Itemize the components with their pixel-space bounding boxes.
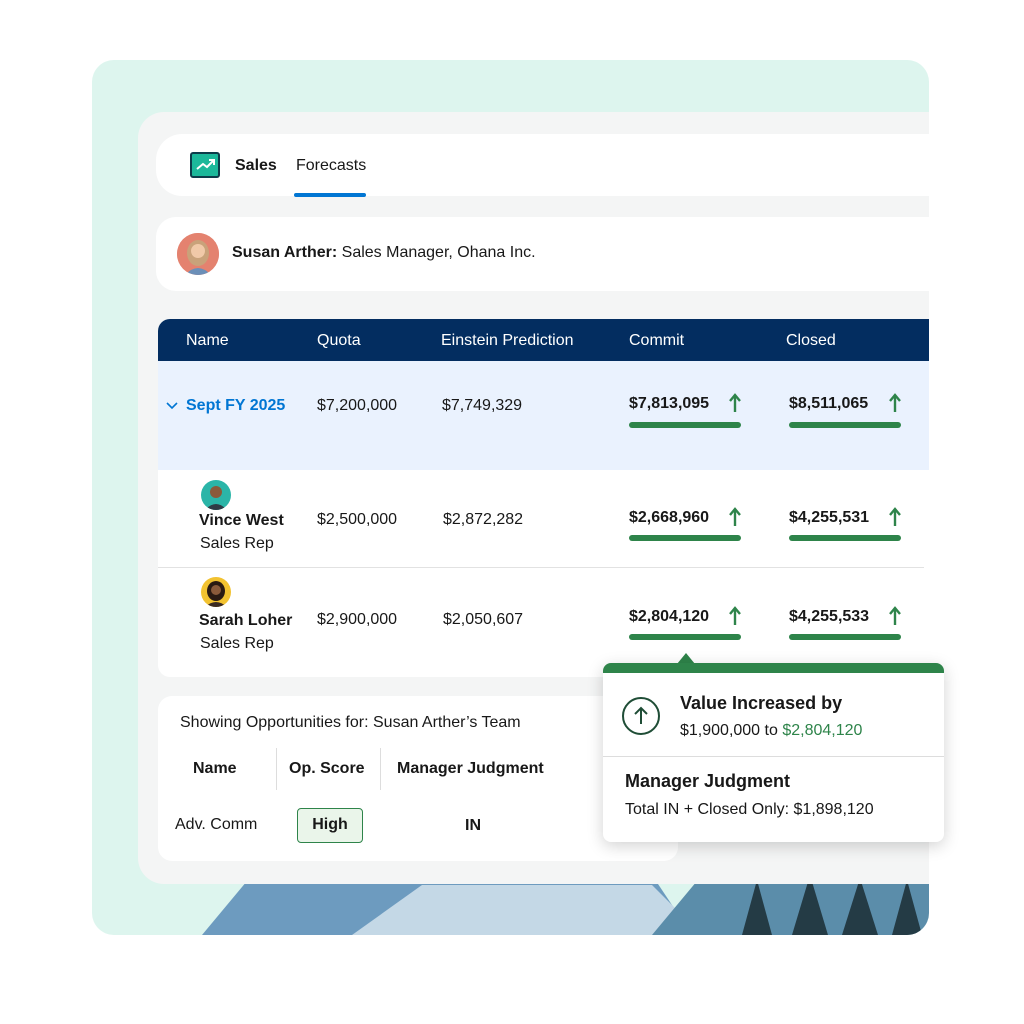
avatar (177, 233, 219, 275)
column-header-commit[interactable]: Commit (629, 332, 684, 350)
column-header-quota[interactable]: Quota (317, 332, 361, 350)
user-info: Susan Arther: Sales Manager, Ohana Inc. (232, 244, 536, 262)
up-arrow-icon (889, 393, 901, 412)
rep-title: Sales Rep (200, 635, 274, 652)
popover-heading: Value Increased by (680, 693, 843, 713)
period-label[interactable]: Sept FY 2025 (186, 397, 285, 415)
popover-from-value: $1,900,000 (680, 722, 761, 739)
avatar (201, 480, 231, 510)
rep-closed: $4,255,531 (789, 509, 870, 526)
popover-section-text: Total IN + Closed Only: $1,898,120 (625, 801, 874, 818)
commit-progress-bar (629, 634, 741, 640)
active-tab-indicator (294, 193, 366, 197)
tab-forecasts[interactable]: Forecasts (296, 157, 366, 175)
popover-to-word: to (764, 722, 778, 739)
avatar (201, 577, 231, 607)
column-header-manager-judgment[interactable]: Manager Judgment (397, 760, 544, 778)
column-header-einstein-prediction[interactable]: Einstein Prediction (441, 332, 574, 350)
column-divider (380, 748, 381, 790)
rep-title: Sales Rep (200, 535, 274, 552)
popover-section-title: Manager Judgment (625, 771, 791, 791)
popover-to-value: $2,804,120 (782, 722, 863, 739)
up-arrow-icon (889, 606, 901, 625)
opportunities-title: Showing Opportunities for: Susan Arther’… (180, 714, 521, 731)
up-arrow-icon (889, 507, 901, 526)
table-row-period[interactable] (158, 361, 929, 470)
period-commit: $7,813,095 (629, 395, 710, 412)
rep-prediction: $2,050,607 (443, 611, 524, 628)
manager-judgment-value[interactable]: IN (465, 817, 481, 835)
rep-name[interactable]: Sarah Loher (199, 612, 292, 630)
closed-progress-bar (789, 422, 901, 428)
closed-progress-bar (789, 634, 901, 640)
column-header-op-score[interactable]: Op. Score (289, 760, 365, 778)
up-arrow-icon (729, 393, 741, 412)
mountain-illustration (202, 875, 929, 935)
rep-quota: $2,900,000 (317, 611, 398, 628)
app-name: Sales (235, 157, 277, 174)
period-closed: $8,511,065 (789, 395, 869, 412)
chevron-down-icon[interactable] (166, 401, 178, 411)
rep-prediction: $2,872,282 (443, 511, 524, 528)
rep-name[interactable]: Vince West (199, 512, 284, 530)
column-divider (276, 748, 277, 790)
sales-app-icon (190, 152, 220, 178)
rep-closed: $4,255,533 (789, 608, 870, 625)
table-header: Name Quota Einstein Prediction Commit Cl… (158, 319, 929, 361)
up-arrow-icon (729, 507, 741, 526)
period-prediction: $7,749,329 (442, 397, 523, 414)
column-header-closed[interactable]: Closed (786, 332, 836, 350)
user-name: Susan Arther: (232, 244, 338, 261)
user-role: Sales Manager, Ohana Inc. (341, 244, 536, 261)
column-header-name[interactable]: Name (193, 760, 237, 778)
rep-commit[interactable]: $2,804,120 (629, 608, 709, 626)
rep-commit: $2,668,960 (629, 509, 710, 526)
row-divider (158, 567, 924, 568)
arrow-up-circle-icon (622, 697, 660, 735)
popover-change-text: $1,900,000 to $2,804,120 (680, 722, 862, 740)
closed-progress-bar (789, 535, 901, 541)
opportunity-name[interactable]: Adv. Comm (175, 816, 257, 834)
commit-progress-bar (629, 422, 741, 428)
column-header-name[interactable]: Name (186, 332, 229, 350)
op-score-badge: High (297, 808, 363, 843)
commit-progress-bar (629, 535, 741, 541)
popover-divider (603, 756, 944, 757)
period-quota: $7,200,000 (317, 397, 398, 414)
rep-quota: $2,500,000 (317, 511, 398, 528)
up-arrow-icon (729, 606, 741, 625)
